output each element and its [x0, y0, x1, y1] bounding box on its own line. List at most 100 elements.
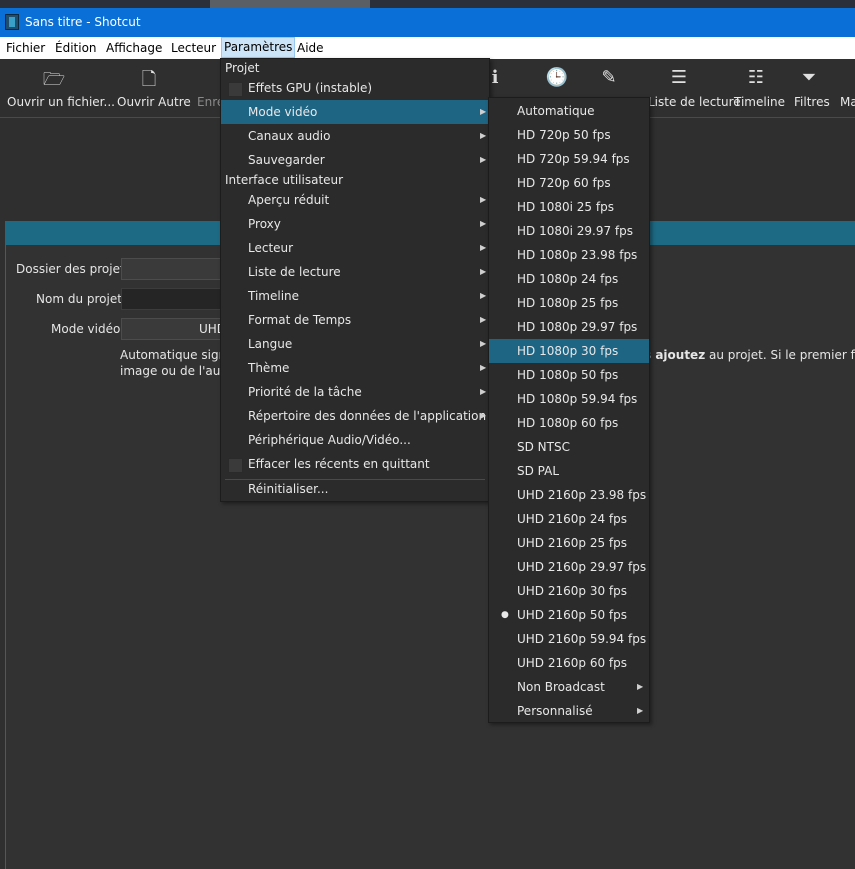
video-mode-item[interactable]: HD 1080p 29.97 fps	[489, 315, 649, 339]
video-mode-item[interactable]: UHD 2160p 24 fps	[489, 507, 649, 531]
desktop-strip	[0, 0, 855, 8]
menu-edition[interactable]: Édition	[55, 41, 97, 55]
menu-av-device[interactable]: Périphérique Audio/Vidéo...	[221, 428, 489, 452]
video-mode-item[interactable]: HD 1080p 59.94 fps	[489, 387, 649, 411]
submenu-arrow-icon: ▶	[480, 315, 487, 324]
menu-fichier[interactable]: Fichier	[6, 41, 45, 55]
video-mode-item[interactable]: Automatique	[489, 99, 649, 123]
submenu-arrow-icon: ▶	[480, 107, 487, 116]
menu-affichage[interactable]: Affichage	[106, 41, 162, 55]
menu-timeline[interactable]: Timeline ▶	[221, 284, 489, 308]
menu-reset[interactable]: Réinitialiser...	[221, 477, 489, 501]
timeline-icon: ☷	[747, 67, 765, 88]
description-bold: s ajoutez	[644, 348, 706, 362]
edit-icon: ✎	[601, 67, 617, 88]
title-bar: Sans titre - Shotcut	[0, 8, 855, 37]
video-mode-item[interactable]: HD 1080p 25 fps	[489, 291, 649, 315]
video-mode-description-2: image ou de l'audi	[120, 364, 232, 378]
video-mode-custom[interactable]: Personnalisé ▶	[489, 699, 649, 723]
video-mode-item-hovered[interactable]: HD 1080p 30 fps	[489, 339, 649, 363]
video-mode-item[interactable]: HD 1080p 50 fps	[489, 363, 649, 387]
video-mode-description: Automatique signi	[120, 348, 230, 362]
video-mode-item[interactable]: UHD 2160p 23.98 fps	[489, 483, 649, 507]
menu-playlist[interactable]: Liste de lecture ▶	[221, 260, 489, 284]
submenu-arrow-icon: ▶	[480, 219, 487, 228]
video-mode-item[interactable]: HD 1080p 23.98 fps	[489, 243, 649, 267]
video-mode-item[interactable]: UHD 2160p 25 fps	[489, 531, 649, 555]
video-mode-item[interactable]: SD NTSC	[489, 435, 649, 459]
video-mode-item[interactable]: HD 1080i 25 fps	[489, 195, 649, 219]
playlist-button[interactable]: ☰ Liste de lecture	[648, 59, 741, 117]
video-mode-item[interactable]: HD 720p 59.94 fps	[489, 147, 649, 171]
video-mode-item[interactable]: HD 1080p 24 fps	[489, 267, 649, 291]
menu-audio-channels[interactable]: Canaux audio ▶	[221, 124, 489, 148]
desktop-background	[210, 0, 370, 8]
menu-task-priority[interactable]: Priorité de la tâche ▶	[221, 380, 489, 404]
section-project: Projet	[225, 61, 260, 75]
video-mode-item[interactable]: UHD 2160p 30 fps	[489, 579, 649, 603]
submenu-arrow-icon: ▶	[480, 387, 487, 396]
video-mode-non-broadcast[interactable]: Non Broadcast ▶	[489, 675, 649, 699]
selected-dot-icon: ●	[501, 610, 509, 620]
menu-aide[interactable]: Aide	[297, 41, 324, 55]
video-mode-item[interactable]: HD 1080p 60 fps	[489, 411, 649, 435]
description-end: au projet. Si le premier fichier	[709, 348, 855, 362]
submenu-arrow-icon: ▶	[480, 243, 487, 252]
video-mode-item[interactable]: UHD 2160p 59.94 fps	[489, 627, 649, 651]
menu-language[interactable]: Langue ▶	[221, 332, 489, 356]
menu-gpu-effects[interactable]: Effets GPU (instable)	[221, 76, 489, 100]
submenu-arrow-icon: ▶	[480, 291, 487, 300]
video-mode-item-selected[interactable]: ● UHD 2160p 50 fps	[489, 603, 649, 627]
video-mode-item[interactable]: UHD 2160p 60 fps	[489, 651, 649, 675]
submenu-arrow-icon: ▶	[637, 706, 644, 715]
open-file-button[interactable]: 🗁 Ouvrir un fichier...	[0, 59, 115, 117]
info-icon: i	[491, 67, 499, 88]
video-mode-label: Mode vidéo	[51, 322, 121, 336]
open-other-button[interactable]: 🗋 Ouvrir Autre	[110, 59, 191, 117]
menu-app-data-dir[interactable]: Répertoire des données de l'application ▶	[221, 404, 489, 428]
shotcut-app-icon	[5, 14, 19, 30]
section-ui: Interface utilisateur	[225, 173, 344, 187]
save-button[interactable]: Enre	[190, 59, 224, 117]
video-mode-item[interactable]: UHD 2160p 29.97 fps	[489, 555, 649, 579]
window-title: Sans titre - Shotcut	[25, 15, 141, 29]
menu-preview[interactable]: Aperçu réduit ▶	[221, 188, 489, 212]
menu-player[interactable]: Lecteur ▶	[221, 236, 489, 260]
settings-menu: Projet Effets GPU (instable) Mode vidéo ▶…	[220, 58, 490, 502]
filters-button[interactable]: ⏷ Filtres	[788, 59, 832, 117]
menu-backup[interactable]: Sauvegarder ▶	[221, 148, 489, 172]
video-mode-description-right: s ajoutez au projet. Si le premier fichi…	[644, 348, 855, 362]
submenu-arrow-icon: ▶	[480, 195, 487, 204]
submenu-arrow-icon: ▶	[480, 155, 487, 164]
video-mode-item[interactable]: HD 720p 50 fps	[489, 123, 649, 147]
menu-clear-recent[interactable]: Effacer les récents en quittant	[221, 452, 489, 476]
folder-icon: 🗁	[42, 69, 66, 90]
video-mode-select[interactable]: UHD	[121, 318, 226, 340]
submenu-arrow-icon: ▶	[480, 267, 487, 276]
menu-theme[interactable]: Thème ▶	[221, 356, 489, 380]
list-icon: ☰	[670, 67, 688, 88]
menu-video-mode[interactable]: Mode vidéo ▶	[221, 100, 489, 124]
filter-icon: ⏷	[801, 67, 817, 88]
menu-parametres[interactable]: Paramètres	[220, 37, 296, 58]
project-folder-field[interactable]	[121, 258, 223, 280]
project-name-label: Nom du projet	[36, 292, 122, 306]
video-mode-item[interactable]: HD 1080i 29.97 fps	[489, 219, 649, 243]
video-mode-item[interactable]: SD PAL	[489, 459, 649, 483]
new-document-icon: 🗋	[141, 69, 157, 90]
timeline-button[interactable]: ☷ Timeline	[728, 59, 785, 117]
submenu-arrow-icon: ▶	[480, 131, 487, 140]
menu-lecteur[interactable]: Lecteur	[171, 41, 216, 55]
more-button[interactable]: Ma	[836, 59, 855, 117]
menu-proxy[interactable]: Proxy ▶	[221, 212, 489, 236]
video-mode-item[interactable]: HD 720p 60 fps	[489, 171, 649, 195]
project-name-input[interactable]	[121, 288, 223, 310]
submenu-arrow-icon: ▶	[637, 682, 644, 691]
clear-recent-checkbox[interactable]	[228, 458, 243, 473]
submenu-arrow-icon: ▶	[480, 363, 487, 372]
gpu-effects-checkbox[interactable]	[228, 82, 243, 97]
submenu-arrow-icon: ▶	[480, 411, 487, 420]
project-folder-label: Dossier des projets	[16, 262, 131, 276]
menu-time-format[interactable]: Format de Temps ▶	[221, 308, 489, 332]
clock-icon: 🕒	[545, 67, 569, 88]
